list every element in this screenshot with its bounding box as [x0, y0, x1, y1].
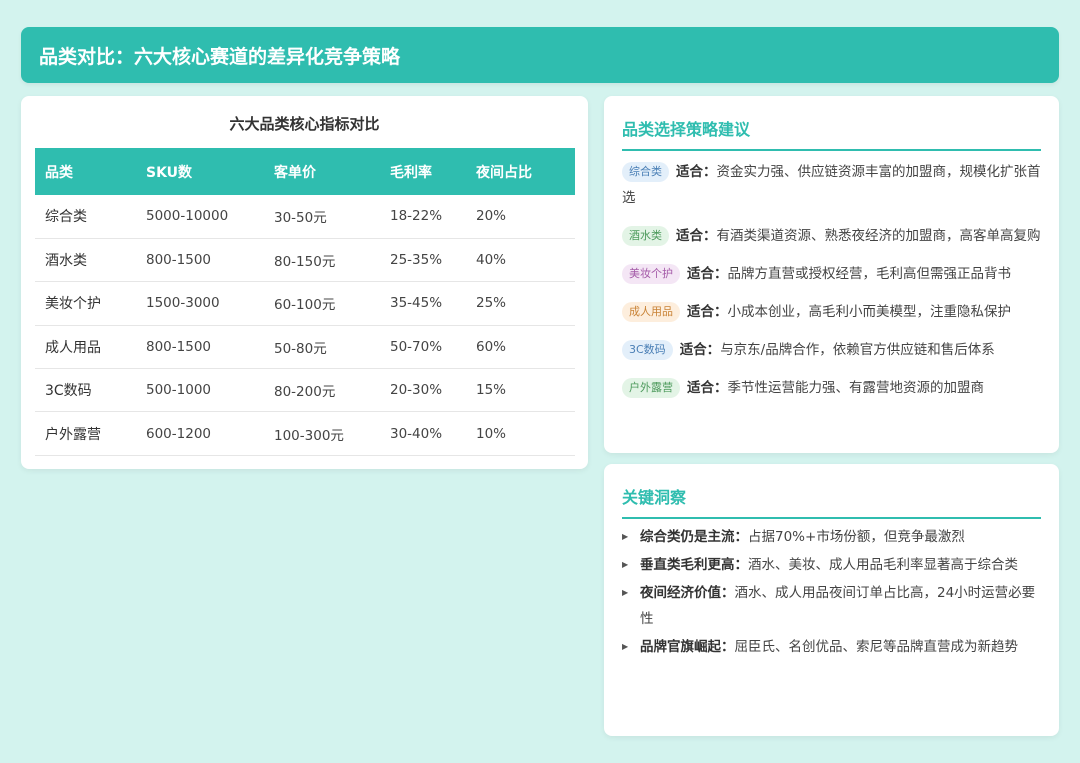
strategy-title: 品类选择策略建议 — [622, 116, 1041, 151]
page-title: 品类对比：六大核心赛道的差异化竞争策略 — [39, 45, 401, 68]
cell-night-share: 15% — [476, 382, 507, 399]
cell-price: 60-100元 — [274, 297, 336, 314]
cell-price: 30-50元 — [274, 210, 327, 227]
fit-label: 适合： — [679, 342, 721, 358]
list-item: 酒水类 适合：有酒类渠道资源、熟悉夜经济的加盟商，高客单高复购 — [622, 223, 1043, 249]
cell-night-share: 10% — [476, 425, 507, 442]
page-header: 品类对比：六大核心赛道的差异化竞争策略 — [21, 27, 1059, 83]
insight-card: 关键洞察 ▶ 综合类仍是主流：占据70%+市场份额，但竞争最激烈 ▶ 垂直类毛利更高… — [604, 464, 1059, 736]
cell-sku: 5000-10000 — [146, 208, 229, 225]
cell-night-share: 20% — [476, 208, 507, 225]
triangle-bullet-icon: ▶ — [622, 588, 629, 597]
strategy-text: 季节性运营能力强、有露营地资源的加盟商 — [727, 380, 985, 396]
table-row: 美妆个护 1500-3000 60-100元 35-45% 25% — [35, 282, 575, 326]
strategy-text: 品牌方直营或授权经营，毛利高但需强正品背书 — [727, 266, 1012, 282]
insight-list: ▶ 综合类仍是主流：占据70%+市场份额，但竞争最激烈 ▶ 垂直类毛利更高：酒水、美… — [622, 524, 1043, 662]
cell-category: 成人用品 — [45, 339, 101, 356]
insight-text: 屈臣氏、名创优品、索尼等品牌直营成为新趋势 — [734, 639, 1019, 655]
table-row: 户外露营 600-1200 100-300元 30-40% 10% — [35, 412, 575, 456]
category-tag: 3C数码 — [622, 340, 673, 360]
table-row: 综合类 5000-10000 30-50元 18-22% 20% — [35, 195, 575, 239]
table-row: 酒水类 800-1500 80-150元 25-35% 40% — [35, 238, 575, 282]
list-item: ▶ 品牌官旗崛起：屈臣氏、名创优品、索尼等品牌直营成为新趋势 — [622, 634, 1043, 660]
list-item: 成人用品 适合：小成本创业，高毛利小而美模型，注重隐私保护 — [622, 299, 1043, 325]
cell-price: 100-300元 — [274, 427, 344, 444]
cell-margin: 30-40% — [390, 425, 443, 442]
insight-label: 垂直类毛利更高： — [640, 557, 748, 573]
insight-title: 关键洞察 — [622, 484, 1041, 519]
cell-price: 50-80元 — [274, 340, 327, 357]
column-header-price: 客单价 — [274, 164, 316, 181]
column-header-category: 品类 — [45, 164, 73, 181]
list-item: ▶ 垂直类毛利更高：酒水、美妆、成人用品毛利率显著高于综合类 — [622, 552, 1043, 578]
column-header-night-share: 夜间占比 — [476, 164, 532, 181]
list-item: ▶ 综合类仍是主流：占据70%+市场份额，但竞争最激烈 — [622, 524, 1043, 550]
insight-text: 占据70%+市场份额，但竞争最激烈 — [748, 529, 965, 545]
list-item: ▶ 夜间经济价值：酒水、成人用品夜间订单占比高，24小时运营必要性 — [622, 580, 1043, 632]
cell-margin: 35-45% — [390, 295, 443, 312]
cell-sku: 500-1000 — [146, 382, 211, 399]
strategy-list: 综合类 适合：资金实力强、供应链资源丰富的加盟商，规模化扩张首选 酒水类 适合：有酒… — [622, 159, 1043, 413]
cell-category: 户外露营 — [45, 426, 101, 443]
cell-margin: 25-35% — [390, 252, 443, 269]
strategy-card: 品类选择策略建议 综合类 适合：资金实力强、供应链资源丰富的加盟商，规模化扩张首选… — [604, 96, 1059, 453]
triangle-bullet-icon: ▶ — [622, 532, 629, 541]
fit-label: 适合： — [687, 304, 728, 320]
strategy-text: 有酒类渠道资源、熟悉夜经济的加盟商，高客单高复购 — [716, 228, 1041, 244]
insight-text: 酒水、美妆、成人用品毛利率显著高于综合类 — [748, 557, 1018, 573]
list-item: 综合类 适合：资金实力强、供应链资源丰富的加盟商，规模化扩张首选 — [622, 159, 1043, 211]
cell-margin: 18-22% — [390, 208, 443, 225]
fit-label: 适合： — [676, 164, 717, 180]
cell-category: 3C数码 — [45, 383, 92, 400]
insight-label: 综合类仍是主流： — [640, 529, 748, 545]
cell-night-share: 40% — [476, 252, 507, 269]
triangle-bullet-icon: ▶ — [622, 642, 629, 651]
strategy-text: 小成本创业，高毛利小而美模型，注重隐私保护 — [727, 304, 1012, 320]
category-tag: 酒水类 — [622, 226, 669, 246]
cell-sku: 1500-3000 — [146, 295, 220, 312]
category-tag: 综合类 — [622, 162, 669, 182]
category-tag: 美妆个护 — [622, 264, 680, 284]
insight-label: 夜间经济价值： — [640, 585, 735, 601]
comparison-table: 品类 SKU数 客单价 毛利率 夜间占比 综合类 5000-10000 30-5… — [35, 148, 575, 456]
table-header-row: 品类 SKU数 客单价 毛利率 夜间占比 — [35, 148, 575, 195]
cell-category: 酒水类 — [45, 253, 87, 270]
fit-label: 适合： — [687, 380, 728, 396]
table-title: 六大品类核心指标对比 — [229, 115, 380, 133]
insight-label: 品牌官旗崛起： — [640, 639, 735, 655]
cell-sku: 800-1500 — [146, 338, 211, 355]
category-tag: 户外露营 — [622, 378, 680, 398]
strategy-text: 与京东/品牌合作，依赖官方供应链和售后体系 — [720, 342, 995, 358]
cell-category: 美妆个护 — [45, 296, 101, 313]
column-header-margin: 毛利率 — [390, 164, 432, 181]
table-row: 成人用品 800-1500 50-80元 50-70% 60% — [35, 325, 575, 369]
cell-margin: 20-30% — [390, 382, 443, 399]
cell-sku: 600-1200 — [146, 425, 211, 442]
category-tag: 成人用品 — [622, 302, 680, 322]
cell-sku: 800-1500 — [146, 252, 211, 269]
column-header-sku: SKU数 — [146, 164, 193, 181]
cell-night-share: 25% — [476, 295, 507, 312]
triangle-bullet-icon: ▶ — [622, 560, 629, 569]
fit-label: 适合： — [687, 266, 728, 282]
list-item: 3C数码 适合：与京东/品牌合作，依赖官方供应链和售后体系 — [622, 337, 1043, 363]
list-item: 美妆个护 适合：品牌方直营或授权经营，毛利高但需强正品背书 — [622, 261, 1043, 287]
comparison-table-card: 六大品类核心指标对比 品类 SKU数 客单价 毛利率 夜间占比 综合类 5000… — [21, 96, 588, 469]
cell-price: 80-200元 — [274, 384, 336, 401]
cell-margin: 50-70% — [390, 338, 443, 355]
table-row: 3C数码 500-1000 80-200元 20-30% 15% — [35, 369, 575, 412]
cell-category: 综合类 — [45, 209, 87, 226]
cell-night-share: 60% — [476, 338, 507, 355]
fit-label: 适合： — [676, 228, 717, 244]
list-item: 户外露营 适合：季节性运营能力强、有露营地资源的加盟商 — [622, 375, 1043, 401]
cell-price: 80-150元 — [274, 254, 336, 271]
